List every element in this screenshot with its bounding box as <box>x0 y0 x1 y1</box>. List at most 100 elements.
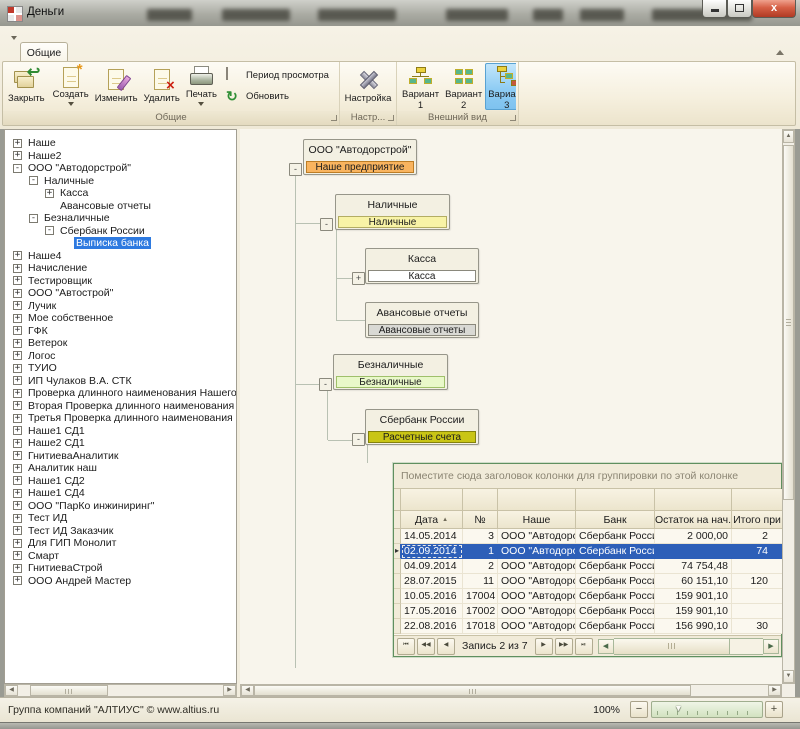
nav-last-button[interactable]: ⏯ <box>575 638 593 655</box>
expand-icon[interactable]: + <box>13 314 22 323</box>
tree-item[interactable]: +Аналитик наш <box>5 462 236 475</box>
variant2-button[interactable]: Вариант 2 <box>442 63 485 110</box>
scroll-thumb[interactable] <box>30 685 108 696</box>
tree-item[interactable]: +Лучик <box>5 300 236 313</box>
tree-item[interactable]: +Для ГИП Монолит <box>5 537 236 550</box>
table-cell[interactable]: 11 <box>463 574 498 589</box>
column-header-5[interactable]: Остаток на нач. <box>655 511 732 529</box>
table-cell[interactable]: 156 990,10 <box>655 619 732 634</box>
expand-icon[interactable]: + <box>13 526 22 535</box>
expand-icon[interactable]: + <box>13 426 22 435</box>
tree-item[interactable]: +Тест ИД <box>5 512 236 525</box>
tree-item[interactable]: +Наше1 СД2 <box>5 475 236 488</box>
nav-next-page-button[interactable]: ▶▶ <box>555 638 573 655</box>
ribbon-collapse-button[interactable] <box>772 42 788 56</box>
expand-icon[interactable]: + <box>13 551 22 560</box>
tree-item[interactable]: +Тестировщик <box>5 275 236 288</box>
nav-prev-page-button[interactable]: ◀◀ <box>417 638 435 655</box>
maximize-button[interactable] <box>727 0 752 18</box>
table-cell[interactable]: 120 <box>732 574 783 589</box>
tree-item[interactable]: +Вторая Проверка длинного наименования Н… <box>5 400 236 413</box>
scroll-down-icon[interactable]: ▼ <box>783 670 794 683</box>
table-cell[interactable]: 17.05.2016 <box>401 604 463 619</box>
collapse-icon[interactable]: - <box>29 176 38 185</box>
minimize-button[interactable] <box>702 0 727 18</box>
tree-item[interactable]: +ГФК <box>5 325 236 338</box>
scroll-left-icon[interactable]: ◀ <box>241 685 254 696</box>
expand-icon[interactable]: + <box>13 251 22 260</box>
tree-item[interactable]: +Проверка длинного наименования Нашего п… <box>5 387 236 400</box>
table-cell[interactable]: 17004 <box>463 589 498 604</box>
table-cell[interactable]: ООО "Автодорс... <box>498 589 576 604</box>
table-row[interactable]: ▸02.09.20141ООО "Автодорс...Сбербанк Рос… <box>394 544 781 559</box>
zoom-slider-thumb[interactable]: ▼ <box>674 703 683 713</box>
expand-icon[interactable]: + <box>13 339 22 348</box>
print-button[interactable]: Печать <box>183 63 220 110</box>
collapse-icon[interactable]: - <box>45 226 54 235</box>
view-period-button[interactable]: Период просмотра <box>226 65 329 86</box>
table-row[interactable]: 22.08.201617018ООО "Автодорс...Сбербанк … <box>394 619 781 634</box>
table-cell[interactable]: 159 901,10 <box>655 604 732 619</box>
table-cell[interactable]: 17002 <box>463 604 498 619</box>
tab-general[interactable]: Общие <box>20 42 68 62</box>
expand-icon[interactable]: + <box>13 439 22 448</box>
table-cell[interactable]: 2 <box>732 529 783 544</box>
scroll-right-icon[interactable]: ▶ <box>763 639 779 654</box>
table-cell[interactable]: 14.05.2014 <box>401 529 463 544</box>
collapse-icon[interactable]: - <box>29 214 38 223</box>
scroll-left-icon[interactable]: ◀ <box>598 639 614 654</box>
tree-item[interactable]: +ГнитиеваСтрой <box>5 562 236 575</box>
table-cell[interactable]: 10.05.2016 <box>401 589 463 604</box>
tree-item[interactable]: +Наше4 <box>5 250 236 263</box>
expand-icon[interactable]: + <box>13 501 22 510</box>
table-cell[interactable]: 3 <box>463 529 498 544</box>
table-cell[interactable]: 1 <box>463 544 498 559</box>
column-header-1[interactable]: Дата▲ <box>401 511 463 529</box>
settings-button[interactable]: Настройка <box>342 63 394 110</box>
expand-icon[interactable]: + <box>13 276 22 285</box>
table-cell[interactable] <box>732 559 783 574</box>
column-header-6[interactable]: Итого при <box>732 511 783 529</box>
expand-icon[interactable]: + <box>13 376 22 385</box>
delete-button[interactable]: × Удалить <box>141 63 183 110</box>
tree-item[interactable]: -Сбербанк России <box>5 225 236 238</box>
expand-icon[interactable]: + <box>13 564 22 573</box>
tree-item[interactable]: -Безналичные <box>5 212 236 225</box>
column-header-2[interactable]: № <box>463 511 498 529</box>
table-cell[interactable]: ООО "Автодорс... <box>498 544 576 559</box>
table-cell[interactable]: ООО "Автодорс... <box>498 574 576 589</box>
tree-item[interactable]: +Наше2 СД1 <box>5 437 236 450</box>
table-cell[interactable]: 28.07.2015 <box>401 574 463 589</box>
grid-h-scrollbar[interactable]: ◀ ▶ <box>598 639 779 654</box>
scroll-right-icon[interactable]: ▶ <box>768 685 781 696</box>
table-row[interactable]: 10.05.201617004ООО "Автодорс...Сбербанк … <box>394 589 781 604</box>
tree-item[interactable]: -Наличные <box>5 175 236 188</box>
tree-item[interactable]: +Ветерок <box>5 337 236 350</box>
scroll-left-icon[interactable]: ◀ <box>5 685 18 696</box>
tree-item[interactable]: +Наше <box>5 137 236 150</box>
collapse-icon[interactable]: - <box>13 164 22 173</box>
table-cell[interactable]: 159 901,10 <box>655 589 732 604</box>
scroll-up-icon[interactable]: ▲ <box>783 130 794 143</box>
tree-item[interactable]: +Касса <box>5 187 236 200</box>
tree-h-scrollbar[interactable]: ◀ ▶ <box>4 684 237 697</box>
nav-first-button[interactable]: ⏮ <box>397 638 415 655</box>
create-button[interactable]: * Создать <box>50 63 92 110</box>
table-cell[interactable]: ООО "Автодорс... <box>498 529 576 544</box>
zoom-out-button[interactable]: − <box>630 701 648 718</box>
close-window-button[interactable]: x <box>752 0 796 18</box>
table-cell[interactable] <box>732 589 783 604</box>
tree-item[interactable]: +ГнитиеваАналитик <box>5 450 236 463</box>
table-cell[interactable]: 74 <box>732 544 783 559</box>
table-cell[interactable]: 60 151,10 <box>655 574 732 589</box>
table-cell[interactable]: 30 <box>732 619 783 634</box>
main-h-scrollbar[interactable]: ◀ ▶ <box>240 684 782 697</box>
table-row[interactable]: 17.05.201617002ООО "Автодорс...Сбербанк … <box>394 604 781 619</box>
close-button[interactable]: ↩ Закрыть <box>5 63 48 110</box>
table-cell[interactable]: 17018 <box>463 619 498 634</box>
scroll-thumb[interactable] <box>254 685 691 696</box>
table-cell[interactable]: Сбербанк России <box>576 619 655 634</box>
column-header-3[interactable]: Наше <box>498 511 576 529</box>
variant3-button-selected[interactable]: Вариант 3 <box>485 63 516 110</box>
tree-item[interactable]: +Логос <box>5 350 236 363</box>
